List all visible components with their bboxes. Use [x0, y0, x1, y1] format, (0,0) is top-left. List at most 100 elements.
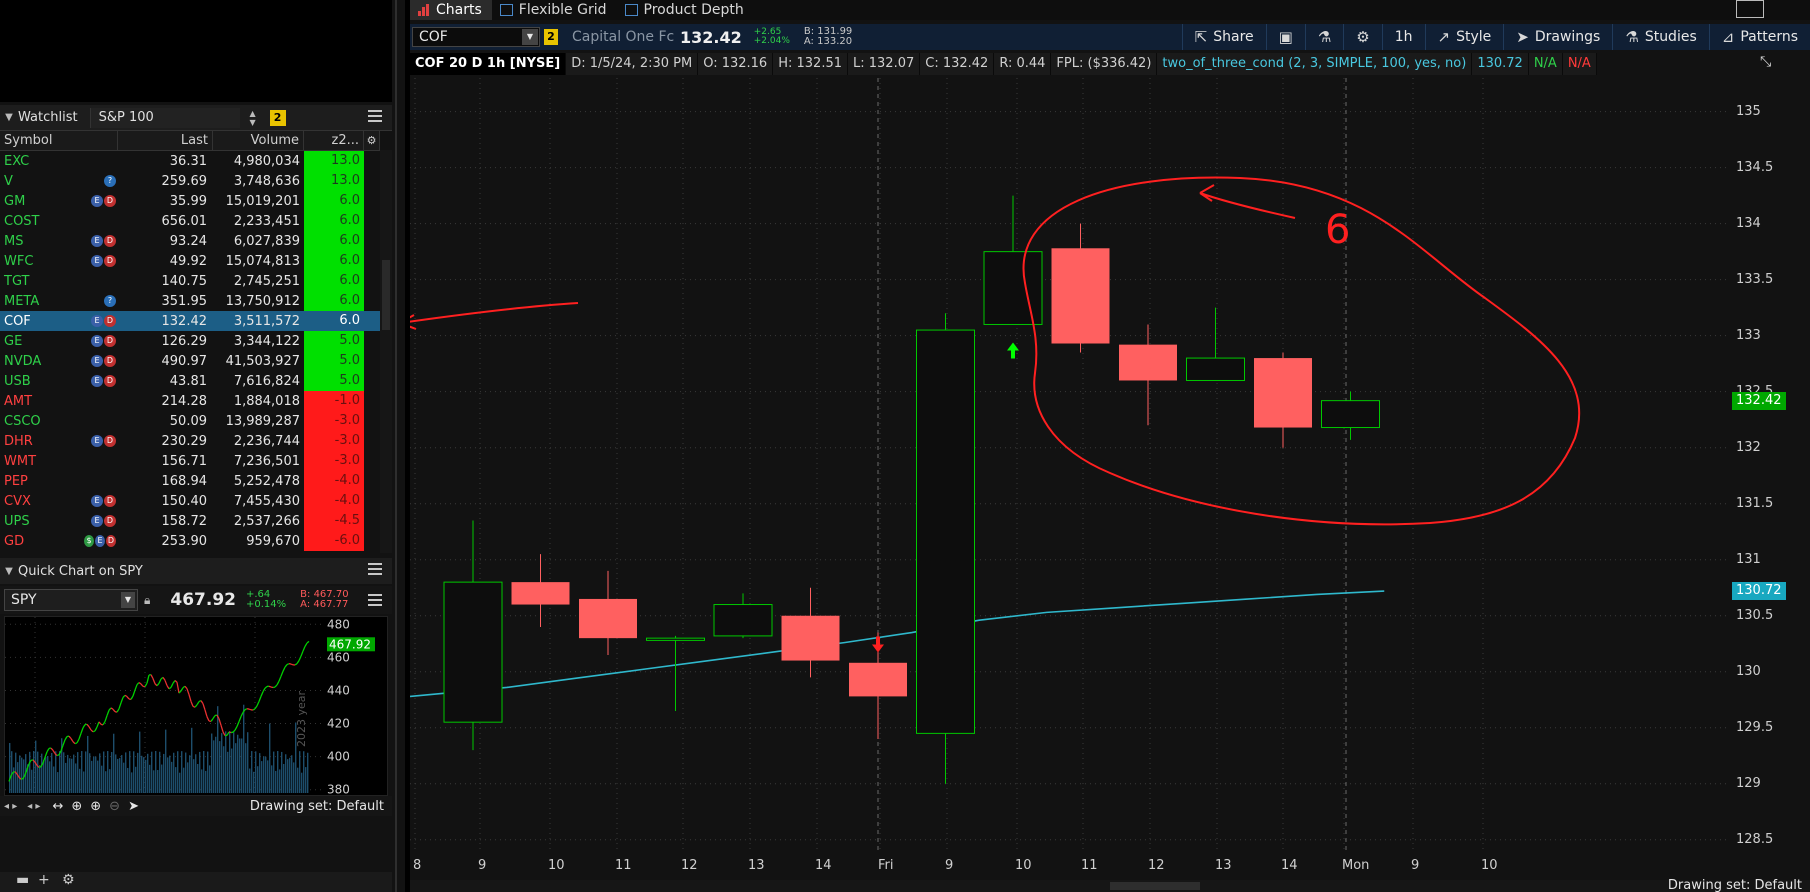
scroll-right-icon[interactable]: ◂ ▸: [27, 801, 40, 812]
watchlist-menu-icon[interactable]: [368, 110, 382, 122]
watchlist-row[interactable]: AMT 214.28 1,884,018 -1.0: [0, 391, 380, 411]
patterns-button[interactable]: ⊿ Patterns: [1708, 24, 1810, 50]
row-icons[interactable]: ED: [84, 195, 118, 207]
settings-button[interactable]: ⚙: [1343, 24, 1381, 50]
column-volume[interactable]: Volume: [213, 131, 304, 150]
event-icon[interactable]: D: [106, 535, 116, 547]
fit-icon[interactable]: ↔: [52, 799, 63, 814]
row-icons[interactable]: ED: [84, 315, 118, 327]
gear-icon[interactable]: ⚙: [62, 872, 75, 888]
watchlist-row[interactable]: MS E D 93.24 6,027,839 6.0: [0, 231, 380, 251]
study-label[interactable]: two_of_three_cond (2, 3, SIMPLE, 100, ye…: [1157, 53, 1473, 75]
drawings-button[interactable]: ➤ Drawings: [1503, 24, 1612, 50]
snapshot-button[interactable]: ▣: [1265, 24, 1305, 50]
link-badge[interactable]: 2: [269, 109, 286, 126]
dividend-icon[interactable]: $: [84, 535, 94, 547]
add-icon[interactable]: +: [38, 872, 50, 888]
event-icon[interactable]: D: [104, 495, 116, 507]
cursor-icon[interactable]: ➤: [128, 799, 139, 814]
row-icons[interactable]: ED: [84, 235, 118, 247]
event-icon[interactable]: D: [104, 515, 116, 527]
quick-chart-options-icon[interactable]: [368, 594, 382, 606]
earnings-icon[interactable]: E: [91, 235, 103, 247]
row-icons[interactable]: ?: [84, 175, 118, 187]
crosshair-icon[interactable]: ⊕: [71, 799, 82, 814]
row-icons[interactable]: ED: [84, 355, 118, 367]
timeframe-button[interactable]: 1h: [1381, 24, 1425, 50]
style-button[interactable]: ↗ Style: [1424, 24, 1504, 50]
watchlist-row[interactable]: DHR E D 230.29 2,236,744 -3.0: [0, 431, 380, 451]
info-icon[interactable]: ?: [104, 175, 116, 187]
zoom-in-icon[interactable]: ⊕: [90, 799, 101, 814]
earnings-icon[interactable]: E: [91, 335, 103, 347]
lock-icon[interactable]: 🔒︎: [144, 593, 150, 608]
row-icons[interactable]: ED: [84, 515, 118, 527]
event-icon[interactable]: D: [104, 255, 116, 267]
earnings-icon[interactable]: E: [91, 255, 103, 267]
watchlist-row[interactable]: GD $ E D 253.90 959,670 -6.0: [0, 531, 380, 551]
quick-chart-plot[interactable]: 480 460 440 420 400 380 467.92 2023 year: [4, 616, 388, 797]
event-icon[interactable]: D: [104, 335, 116, 347]
watchlist-row[interactable]: META? 351.95 13,750,912 6.0: [0, 291, 380, 311]
watchlist-row[interactable]: COST 656.01 2,233,451 6.0: [0, 211, 380, 231]
tab-charts[interactable]: Charts: [410, 0, 492, 20]
studies-button[interactable]: ⚗ Studies: [1612, 24, 1708, 50]
event-icon[interactable]: D: [104, 315, 116, 327]
chart-symbol-input[interactable]: COF ▼: [412, 27, 540, 47]
watchlist-row[interactable]: USB E D 43.81 7,616,824 5.0: [0, 371, 380, 391]
watchlist-row[interactable]: GE E D 126.29 3,344,122 5.0: [0, 331, 380, 351]
watchlist-row[interactable]: NVDA E D 490.97 41,503,927 5.0: [0, 351, 380, 371]
time-axis[interactable]: 8 9 10 11 12 13 14 Fri 9 10 11 12 13 14 Mon 9 10: [410, 856, 1730, 876]
collapse-chevron-icon[interactable]: ▼: [0, 566, 18, 577]
earnings-icon[interactable]: E: [91, 375, 103, 387]
row-icons[interactable]: ED: [84, 495, 118, 507]
earnings-icon[interactable]: E: [91, 195, 103, 207]
event-icon[interactable]: D: [104, 435, 116, 447]
column-symbol[interactable]: Symbol: [0, 131, 118, 150]
earnings-icon[interactable]: E: [91, 515, 103, 527]
watchlist-row[interactable]: PEP 168.94 5,252,478 -4.0: [0, 471, 380, 491]
chart-drawing-set[interactable]: Drawing set: Default: [1668, 878, 1802, 892]
earnings-icon[interactable]: E: [91, 495, 103, 507]
tab-flexible-grid[interactable]: Flexible Grid: [492, 0, 617, 20]
watchlist-row[interactable]: TGT 140.75 2,745,251 6.0: [0, 271, 380, 291]
info-icon[interactable]: ?: [104, 295, 116, 307]
column-z[interactable]: z2...: [304, 131, 364, 150]
watchlist-scrollbar[interactable]: [380, 150, 392, 553]
event-icon[interactable]: D: [104, 235, 116, 247]
watchlist-row[interactable]: CSCO 50.09 13,989,287 -3.0: [0, 411, 380, 431]
share-button[interactable]: ⇱ Share: [1181, 24, 1266, 50]
earnings-icon[interactable]: E: [91, 435, 103, 447]
collapse-chevron-icon[interactable]: ▼: [0, 112, 18, 123]
dropdown-icon[interactable]: ▼: [522, 29, 538, 45]
earnings-icon[interactable]: E: [91, 315, 103, 327]
watchlist-row[interactable]: V? 259.69 3,748,636 13.0: [0, 171, 380, 191]
watchlist-row[interactable]: CVX E D 150.40 7,455,430 -4.0: [0, 491, 380, 511]
column-last[interactable]: Last: [118, 131, 213, 150]
zoom-out-icon[interactable]: ⊖: [109, 799, 120, 814]
earnings-icon[interactable]: E: [91, 355, 103, 367]
watchlist-row[interactable]: WMT 156.71 7,236,501 -3.0: [0, 451, 380, 471]
row-icons[interactable]: ED: [84, 375, 118, 387]
row-icons[interactable]: ED: [84, 435, 118, 447]
row-icons[interactable]: $ E D: [84, 535, 118, 547]
quick-chart-menu-icon[interactable]: [368, 563, 382, 575]
drawing-set[interactable]: Drawing set: Default: [250, 799, 384, 814]
row-icons[interactable]: ED: [84, 335, 118, 347]
list-spinner-icon[interactable]: ▲ ▼: [246, 109, 260, 127]
scroll-left-icon[interactable]: ◂ ▸: [4, 801, 17, 812]
chart-horizontal-scrollbar[interactable]: [410, 880, 1810, 892]
price-axis[interactable]: 135134.5134133.5133132.5132131.5131130.5…: [1730, 50, 1810, 850]
event-icon[interactable]: D: [104, 375, 116, 387]
event-icon[interactable]: D: [104, 195, 116, 207]
watchlist-row[interactable]: WFC E D 49.92 15,074,813 6.0: [0, 251, 380, 271]
flask-button[interactable]: ⚗: [1304, 24, 1343, 50]
watchlist-selector[interactable]: S&P 100: [89, 107, 240, 128]
watchlist-row[interactable]: UPS E D 158.72 2,537,266 -4.5: [0, 511, 380, 531]
quick-chart-symbol-input[interactable]: SPY ▼: [4, 589, 138, 611]
dropdown-icon[interactable]: ▼: [121, 592, 135, 608]
watchlist-row[interactable]: EXC 36.31 4,980,034 13.0: [0, 151, 380, 171]
minus-icon[interactable]: ▬: [16, 872, 29, 888]
earnings-icon[interactable]: E: [95, 535, 105, 547]
row-icons[interactable]: ED: [84, 255, 118, 267]
